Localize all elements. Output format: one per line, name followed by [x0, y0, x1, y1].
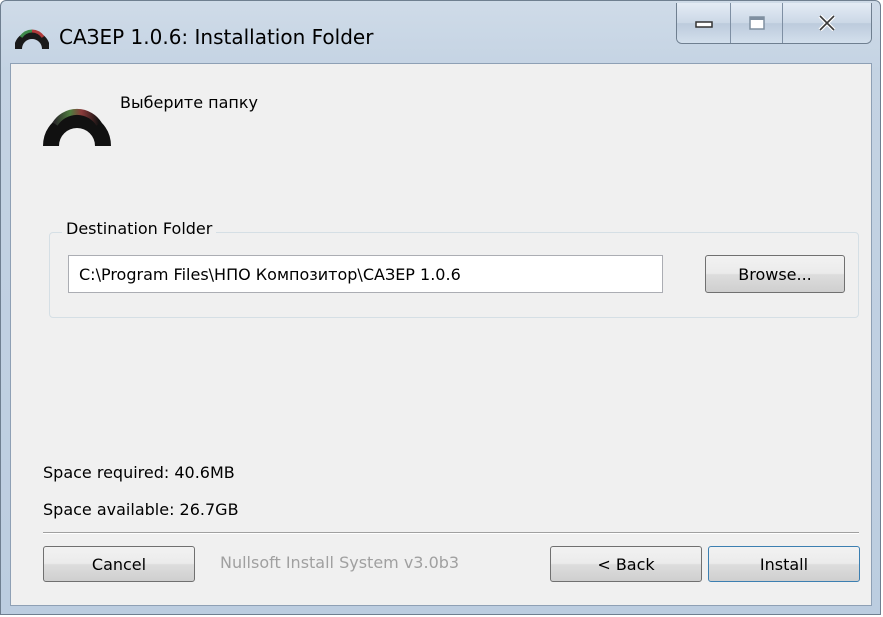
title-bar[interactable]: САЗЕР 1.0.6: Installation Folder	[1, 1, 882, 63]
install-button[interactable]: Install	[708, 546, 860, 582]
divider	[43, 532, 859, 534]
minimize-button[interactable]	[677, 3, 731, 43]
maximize-icon	[748, 16, 765, 30]
close-icon	[818, 15, 836, 31]
caption-buttons	[676, 3, 872, 44]
maximize-button[interactable]	[731, 3, 783, 43]
close-button[interactable]	[783, 3, 871, 43]
browse-button[interactable]: Browse...	[705, 255, 845, 293]
destination-folder-label: Destination Folder	[62, 219, 217, 238]
page-title: Выберите папку	[120, 93, 258, 112]
destination-path-input[interactable]	[68, 255, 663, 293]
space-available-text: Space available: 26.7GB	[43, 500, 239, 519]
installer-window: САЗЕР 1.0.6: Installation Folder Выберит…	[0, 0, 881, 615]
space-required-text: Space required: 40.6MB	[43, 463, 235, 482]
minimize-icon	[694, 21, 713, 28]
installer-panel: Выберите папку Destination Folder Browse…	[10, 63, 872, 606]
arc-logo-icon	[43, 108, 111, 147]
cancel-button[interactable]: Cancel	[43, 546, 195, 582]
arc-logo-icon	[15, 29, 49, 50]
destination-folder-group: Destination Folder Browse...	[49, 219, 859, 318]
branding-text: Nullsoft Install System v3.0b3	[220, 553, 460, 572]
back-button[interactable]: < Back	[550, 546, 702, 582]
window-title: САЗЕР 1.0.6: Installation Folder	[59, 25, 374, 49]
